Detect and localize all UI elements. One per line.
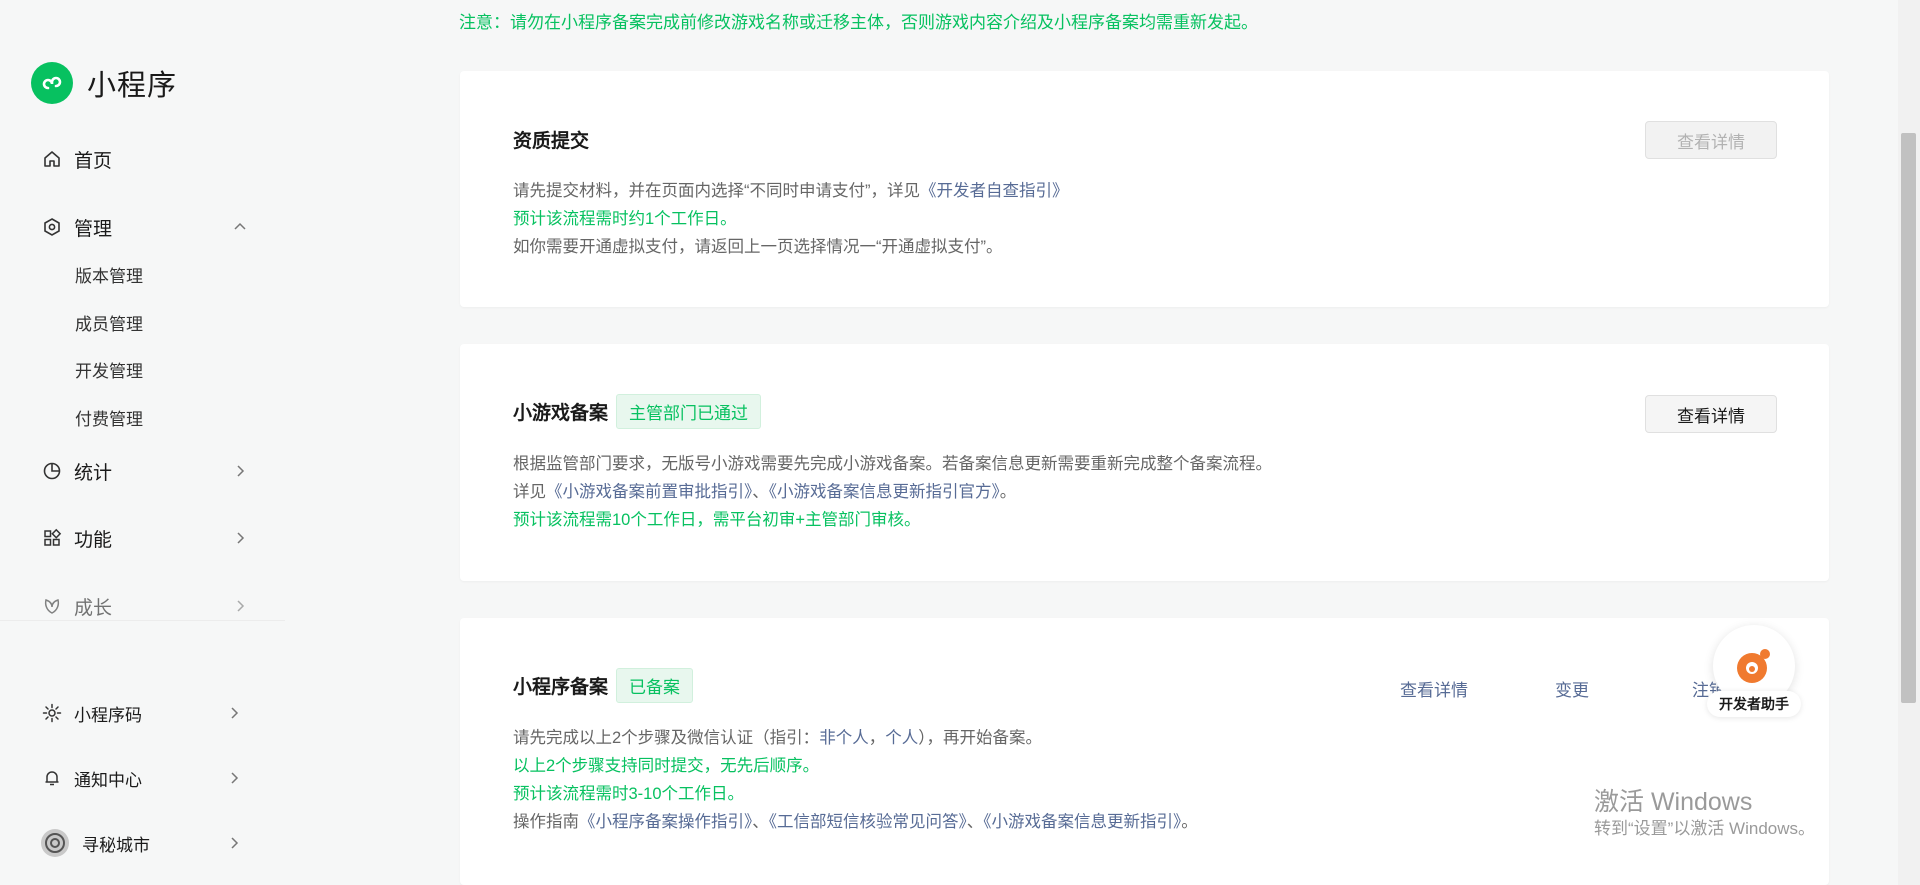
line-text: ，	[868, 729, 886, 747]
bell-icon	[40, 766, 64, 790]
sidebar: 小程序 首页 管理 版本管理 成员管理 开发管理 付费管理 统计 功能 成长 小…	[0, 0, 285, 885]
game-filing-card: 小游戏备案 主管部门已通过 查看详情 根据监管部门要求，无版号小游戏需要先完成小…	[460, 344, 1829, 581]
avatar	[40, 828, 70, 858]
nav-member-management[interactable]: 成员管理	[75, 311, 143, 339]
card-title: 资质提交	[513, 126, 589, 153]
view-details-link[interactable]: 查看详情	[1400, 676, 1468, 701]
qualification-line-2: 预计该流程需时约1个工作日。	[513, 210, 737, 228]
game-filing-info-update-guide-link[interactable]: 《小游戏备案信息更新指引》	[983, 813, 1181, 831]
scrollbar-thumb[interactable]	[1901, 133, 1916, 703]
qrcode-sun-icon	[40, 701, 64, 725]
qualification-card: 资质提交 查看详情 请先提交材料，并在页面内选择“不同时申请支付”，详见《开发者…	[460, 71, 1829, 307]
nav-stats[interactable]: 统计	[40, 451, 250, 491]
game-filing-line-3: 预计该流程需10个工作日，需平台初审+主管部门审核。	[513, 511, 921, 529]
chevron-right-icon	[224, 703, 244, 723]
activate-windows-subtitle: 转到“设置”以激活 Windows。	[1594, 819, 1816, 838]
sidebar-divider	[0, 620, 285, 621]
grid-icon	[40, 526, 64, 550]
dev-self-check-guide-link[interactable]: 《开发者自查指引》	[920, 182, 1069, 200]
nav-account[interactable]: 寻秘城市	[40, 823, 250, 863]
individual-guide-link[interactable]: 个人	[885, 729, 918, 747]
view-details-button[interactable]: 查看详情	[1645, 121, 1777, 159]
qualification-line-1: 请先提交材料，并在页面内选择“不同时申请支付”，详见《开发者自查指引》	[513, 177, 1069, 201]
app-filing-line-2: 以上2个步骤支持同时提交，无先后顺序。	[513, 757, 820, 775]
line-text: 。	[999, 483, 1017, 501]
nav-payment-management[interactable]: 付费管理	[75, 406, 143, 434]
chevron-right-icon	[230, 461, 250, 481]
game-filing-update-guide-link[interactable]: 《小游戏备案信息更新指引官方》	[769, 483, 1000, 501]
nav-qrcode[interactable]: 小程序码	[40, 693, 250, 733]
settings-hexagon-icon	[40, 215, 64, 239]
app-filing-title: 小程序备案	[513, 677, 609, 698]
card-title: 小程序备案 已备案	[513, 668, 694, 703]
line-text: 、	[966, 813, 984, 831]
card-title: 小游戏备案 主管部门已通过	[513, 394, 762, 429]
chevron-right-icon	[224, 833, 244, 853]
status-badge: 主管部门已通过	[616, 394, 762, 429]
pie-chart-icon	[40, 459, 64, 483]
change-link[interactable]: 变更	[1555, 676, 1589, 701]
non-individual-guide-link[interactable]: 非个人	[819, 729, 869, 747]
activate-windows-title: 激活 Windows	[1594, 788, 1753, 816]
line-text: 请先完成以上2个步骤及微信认证（指引：	[513, 729, 820, 747]
nav-manage-label: 管理	[74, 218, 113, 240]
game-filing-line-1: 根据监管部门要求，无版号小游戏需要先完成小游戏备案。若备案信息更新需要重新完成整…	[513, 455, 1272, 473]
sms-verification-faq-link[interactable]: 《工信部短信核验常见问答》	[769, 813, 967, 831]
chevron-up-icon	[230, 217, 250, 237]
developer-assistant[interactable]: 开发者助手	[1707, 625, 1801, 719]
notice-text: 注意：请勿在小程序备案完成前修改游戏名称或迁移主体，否则游戏内容介绍及小程序备案…	[459, 13, 1258, 32]
game-filing-title: 小游戏备案	[513, 403, 609, 424]
app-filing-line-1: 请先完成以上2个步骤及微信认证（指引：非个人，个人），再开始备案。	[513, 724, 1042, 748]
app-filing-line-3: 预计该流程需时3-10个工作日。	[513, 785, 745, 803]
mini-program-logo-icon	[31, 62, 73, 104]
status-badge: 已备案	[616, 668, 694, 703]
view-details-button[interactable]: 查看详情	[1645, 395, 1777, 433]
app-filing-line-4: 操作指南《小程序备案操作指引》、《工信部短信核验常见问答》、《小游戏备案信息更新…	[513, 808, 1198, 832]
home-icon	[40, 147, 64, 171]
nav-qrcode-label: 小程序码	[74, 705, 142, 725]
line-text: ），再开始备案。	[918, 729, 1042, 747]
line-text: 请先提交材料，并在页面内选择“不同时申请支付”，详见	[513, 182, 920, 200]
nav-features-label: 功能	[74, 529, 113, 551]
line-text: 。	[1181, 813, 1198, 831]
nav-features[interactable]: 功能	[40, 518, 250, 558]
nav-dev-management[interactable]: 开发管理	[75, 358, 143, 386]
chevron-right-icon	[230, 596, 250, 616]
nav-growth-label: 成长	[74, 597, 113, 619]
line-text: 详见	[513, 483, 546, 501]
game-filing-pre-approval-guide-link[interactable]: 《小游戏备案前置审批指引》	[546, 483, 752, 501]
nav-notifications[interactable]: 通知中心	[40, 758, 250, 798]
app-filing-card: 小程序备案 已备案 查看详情 变更 注销 请先完成以上2个步骤及微信认证（指引：…	[460, 618, 1829, 885]
nav-home-label: 首页	[74, 150, 113, 172]
nav-version-management[interactable]: 版本管理	[75, 263, 143, 291]
qualification-line-3: 如你需要开通虚拟支付，请返回上一页选择情况一“开通虚拟支付”。	[513, 238, 1003, 256]
developer-assistant-label: 开发者助手	[1707, 691, 1801, 717]
nav-notifications-label: 通知中心	[74, 770, 142, 790]
growth-leaf-icon	[40, 594, 64, 618]
nav-home[interactable]: 首页	[40, 139, 250, 179]
qualification-title: 资质提交	[513, 131, 590, 152]
brand-name: 小程序	[87, 70, 178, 102]
brand[interactable]: 小程序	[31, 62, 177, 104]
chevron-right-icon	[230, 528, 250, 548]
line-text: 操作指南	[513, 813, 579, 831]
game-filing-line-2: 详见《小游戏备案前置审批指引》、《小游戏备案信息更新指引官方》。	[513, 478, 1016, 502]
nav-account-label: 寻秘城市	[82, 835, 150, 855]
nav-manage[interactable]: 管理	[40, 207, 250, 247]
line-text: 、	[752, 483, 769, 501]
line-text: 、	[752, 813, 769, 831]
filing-operation-guide-link[interactable]: 《小程序备案操作指引》	[579, 813, 752, 831]
nav-stats-label: 统计	[74, 462, 113, 484]
chevron-right-icon	[224, 768, 244, 788]
